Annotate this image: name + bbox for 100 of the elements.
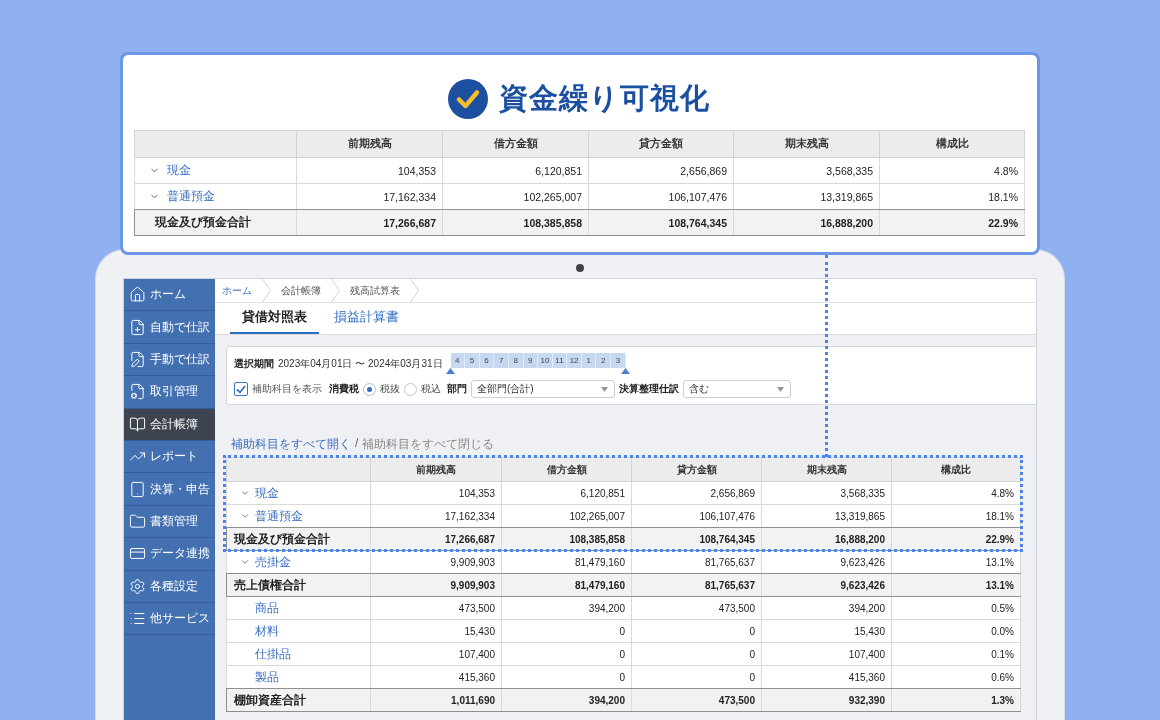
checkbox[interactable] bbox=[234, 382, 248, 396]
table-cell: 107,400 bbox=[761, 642, 892, 666]
sidebar-item[interactable]: レポート bbox=[124, 440, 215, 474]
account-link[interactable]: 普通預金 bbox=[167, 189, 215, 204]
document-pen-icon bbox=[129, 350, 146, 368]
row-label: 売上債権合計 bbox=[226, 573, 371, 597]
table-cell: 0 bbox=[631, 642, 762, 666]
row-label: 現金及び預金合計 bbox=[134, 209, 297, 236]
department-label: 部門 bbox=[447, 382, 467, 396]
table-cell: 108,764,345 bbox=[588, 209, 734, 236]
sidebar-item[interactable]: 決算・申告 bbox=[124, 473, 215, 506]
table-cell: 22.9% bbox=[879, 209, 1025, 236]
breadcrumb-item[interactable]: 残高試算表 bbox=[346, 283, 404, 298]
table-cell: 17,266,687 bbox=[370, 527, 502, 551]
table-cell: 4.8% bbox=[879, 157, 1025, 184]
settings-icon bbox=[129, 577, 146, 595]
home-icon bbox=[129, 286, 146, 304]
table-cell: 6,120,851 bbox=[501, 481, 632, 505]
month-cell[interactable]: 5 bbox=[465, 353, 480, 368]
range-handle[interactable] bbox=[621, 368, 631, 374]
table-cell: 2,656,869 bbox=[588, 157, 734, 184]
sidebar-item[interactable]: 会計帳簿 bbox=[124, 408, 215, 441]
table-cell: 9,623,426 bbox=[761, 573, 892, 597]
camera-icon bbox=[576, 264, 584, 272]
column-header: 構成比 bbox=[879, 130, 1025, 158]
column-header: 貸方金額 bbox=[631, 457, 762, 482]
table-cell: 394,200 bbox=[761, 596, 892, 620]
table-cell: 15,430 bbox=[761, 619, 892, 643]
month-cell[interactable]: 12 bbox=[567, 353, 582, 368]
chevron-down-icon[interactable] bbox=[240, 511, 250, 521]
account-link[interactable]: 売掛金 bbox=[255, 553, 291, 571]
table-cell: 473,500 bbox=[370, 596, 502, 620]
tab[interactable]: 損益計算書 bbox=[322, 303, 411, 334]
text-link[interactable]: 補助科目をすべて開く bbox=[231, 436, 351, 453]
table-cell: 473,500 bbox=[631, 596, 762, 620]
sidebar-item[interactable]: 各種設定 bbox=[124, 570, 215, 603]
table-cell: 108,385,858 bbox=[501, 527, 632, 551]
closing-entries-select[interactable]: 含む bbox=[683, 380, 791, 398]
chevron-down-icon[interactable] bbox=[240, 488, 250, 498]
month-cell[interactable]: 10 bbox=[538, 353, 553, 368]
table-cell: 6,120,851 bbox=[442, 157, 589, 184]
account-link[interactable]: 商品 bbox=[255, 599, 279, 617]
month-cell[interactable]: 4 bbox=[450, 353, 466, 368]
table-cell: 108,764,345 bbox=[631, 527, 762, 551]
table-cell: 17,266,687 bbox=[296, 209, 443, 236]
table-cell: 0 bbox=[501, 642, 632, 666]
month-cell[interactable]: 7 bbox=[494, 353, 509, 368]
table-cell: 3,568,335 bbox=[761, 481, 892, 505]
account-link[interactable]: 現金 bbox=[167, 163, 191, 178]
table-cell: 1,011,690 bbox=[370, 688, 502, 712]
table-cell: 81,479,160 bbox=[501, 573, 632, 597]
tab[interactable]: 貸借対照表 bbox=[230, 303, 319, 334]
account-link[interactable]: 仕掛品 bbox=[255, 645, 291, 663]
table-cell: 3,568,335 bbox=[733, 157, 880, 184]
check-icon bbox=[236, 384, 246, 394]
department-select[interactable]: 全部門(合計) bbox=[471, 380, 615, 398]
link-separator: / bbox=[355, 436, 359, 452]
row-label: 現金及び預金合計 bbox=[226, 527, 371, 551]
document-gear-icon bbox=[129, 383, 146, 401]
column-header: 借方金額 bbox=[442, 130, 589, 158]
table-cell: 108,385,858 bbox=[442, 209, 589, 236]
row-label: 棚卸資産合計 bbox=[226, 688, 371, 712]
folder-icon bbox=[129, 512, 146, 530]
table-cell: 16,888,200 bbox=[733, 209, 880, 236]
radio-label: 税抜 bbox=[380, 382, 400, 396]
table-cell: 473,500 bbox=[631, 688, 762, 712]
radio-button[interactable] bbox=[404, 382, 417, 396]
caret-icon bbox=[601, 386, 608, 392]
table-cell: 16,888,200 bbox=[761, 527, 892, 551]
sidebar-item[interactable]: 書類管理 bbox=[124, 505, 215, 539]
account-link[interactable]: 現金 bbox=[255, 484, 279, 502]
open-book-icon bbox=[129, 415, 146, 433]
closing-entries-label: 決算整理仕訳 bbox=[619, 382, 679, 396]
month-cell[interactable]: 2 bbox=[596, 353, 612, 368]
account-link[interactable]: 製品 bbox=[255, 668, 279, 686]
breadcrumb-link[interactable]: ホーム bbox=[218, 283, 256, 298]
account-link[interactable]: 材料 bbox=[255, 622, 279, 640]
caret-icon bbox=[777, 386, 784, 392]
table-cell: 22.9% bbox=[891, 527, 1021, 551]
table-cell: 4.8% bbox=[891, 481, 1021, 505]
column-header: 借方金額 bbox=[501, 457, 632, 482]
column-header: 期末残高 bbox=[761, 457, 892, 482]
column-header: 前期残高 bbox=[370, 457, 502, 482]
table-cell: 394,200 bbox=[501, 688, 632, 712]
radio-button[interactable] bbox=[363, 382, 376, 396]
month-cell[interactable]: 3 bbox=[611, 353, 626, 368]
table-cell: 0.5% bbox=[891, 596, 1021, 620]
table-cell: 9,909,903 bbox=[370, 573, 502, 597]
sidebar-item[interactable]: 取引管理 bbox=[124, 376, 215, 409]
table-cell: 0 bbox=[501, 619, 632, 643]
range-handle[interactable] bbox=[446, 368, 456, 374]
sidebar-item[interactable]: データ連携 bbox=[124, 538, 215, 571]
chevron-down-icon[interactable] bbox=[240, 557, 250, 567]
sidebar-item[interactable]: 他サービス bbox=[124, 602, 215, 636]
sidebar-item[interactable]: 手動で仕訳 bbox=[124, 343, 215, 377]
radio-label: 税込 bbox=[421, 382, 441, 396]
tax-label: 消費税 bbox=[329, 382, 359, 396]
breadcrumb-item[interactable]: 会計帳簿 bbox=[277, 283, 325, 298]
check-circle-icon bbox=[448, 79, 488, 119]
table-cell: 0 bbox=[631, 619, 762, 643]
